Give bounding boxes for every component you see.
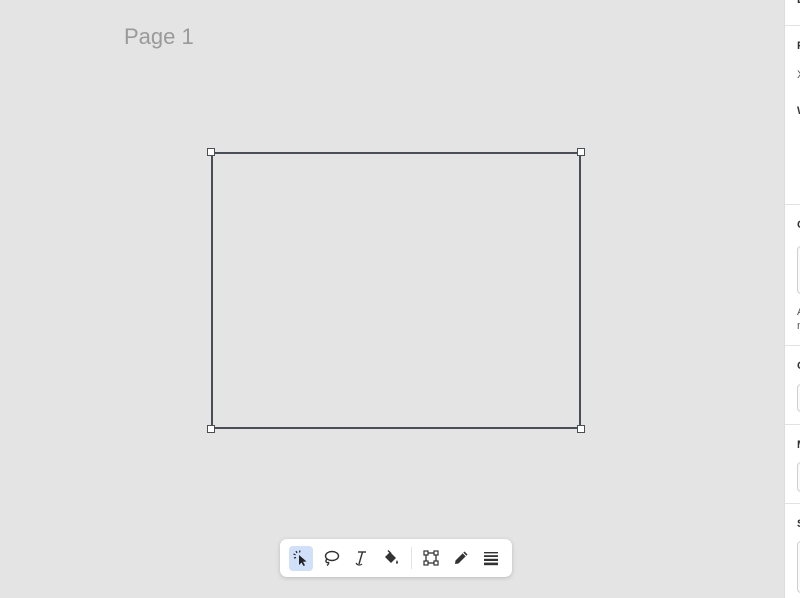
select-pointer-icon <box>293 550 307 566</box>
text-cursor-icon <box>355 551 367 566</box>
fill-tool-button[interactable] <box>379 546 403 571</box>
canvas[interactable]: Page 1 <box>0 0 784 598</box>
lasso-icon <box>325 550 340 567</box>
frame-tool-button[interactable] <box>419 546 443 571</box>
resize-handle-bottom-left[interactable] <box>207 425 215 433</box>
pencil-icon <box>454 551 468 564</box>
select-tool-button[interactable] <box>289 545 314 571</box>
resize-handle-top-right[interactable] <box>577 148 585 156</box>
toolbar-divider <box>410 547 412 569</box>
resize-handle-bottom-right[interactable] <box>577 425 585 433</box>
pencil-tool-button[interactable] <box>449 546 473 571</box>
selected-frame[interactable] <box>211 152 581 429</box>
text-tool-button[interactable] <box>349 546 373 571</box>
panel-divider <box>785 345 800 346</box>
panel-divider <box>785 424 800 425</box>
properties-panel: L P X W C A n C M S <box>784 0 800 598</box>
lines-tool-button[interactable] <box>479 546 503 571</box>
panel-divider <box>785 204 800 205</box>
frame-icon <box>422 550 439 566</box>
panel-divider <box>785 503 800 504</box>
bottom-toolbar <box>280 539 512 577</box>
lasso-tool-button[interactable] <box>319 546 343 571</box>
lines-icon <box>483 552 498 566</box>
page-title: Page 1 <box>124 24 194 49</box>
paint-bucket-icon <box>385 550 399 564</box>
resize-handle-top-left[interactable] <box>207 148 215 156</box>
panel-divider <box>785 25 800 26</box>
